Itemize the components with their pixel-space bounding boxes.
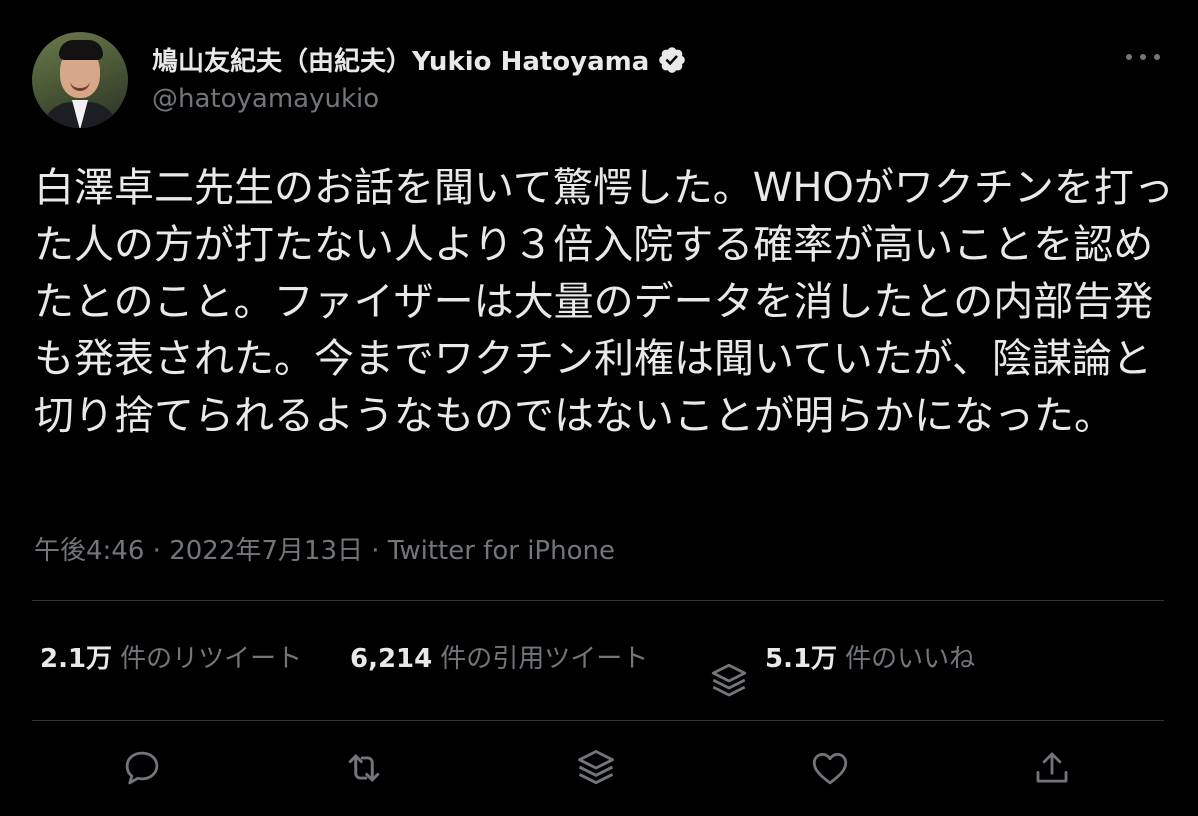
retweet-count: 2.1万 bbox=[40, 644, 113, 674]
quote-count: 6,214 bbox=[350, 644, 433, 674]
retweet-count-label: 件のリツイート bbox=[120, 644, 303, 674]
meta-separator: · bbox=[152, 536, 161, 566]
tweet-time[interactable]: 午後4:46 bbox=[34, 536, 144, 566]
tweet-card: 鳩山友紀夫（由紀夫）Yukio Hatoyama @hatoyamayukio … bbox=[0, 0, 1198, 816]
like-count-label: 件のいいね bbox=[845, 644, 976, 674]
tweet-date[interactable]: 2022年7月13日 bbox=[169, 536, 363, 566]
avatar[interactable] bbox=[32, 32, 128, 128]
verified-badge-icon bbox=[657, 45, 687, 75]
reply-icon[interactable] bbox=[120, 746, 164, 790]
share-icon[interactable] bbox=[1030, 746, 1074, 790]
layers-icon[interactable] bbox=[574, 746, 618, 790]
tweet-meta: 午後4:46 · 2022年7月13日 · Twitter for iPhone bbox=[34, 530, 615, 567]
quote-count-stat[interactable]: 6,214 件の引用ツイート bbox=[350, 638, 648, 675]
divider-bottom bbox=[32, 720, 1164, 721]
retweet-count-stat[interactable]: 2.1万 件のリツイート bbox=[40, 638, 302, 675]
retweet-icon[interactable] bbox=[342, 746, 386, 790]
like-count: 5.1万 bbox=[765, 644, 838, 674]
author-handle[interactable]: @hatoyamayukio bbox=[152, 84, 379, 114]
tweet-text: 白澤卓二先生のお話を聞いて驚愕した。WHOがワクチンを打った人の方が打たない人よ… bbox=[34, 165, 1174, 439]
layers-icon[interactable] bbox=[708, 660, 750, 702]
meta-separator: · bbox=[371, 536, 380, 566]
more-options-icon[interactable] bbox=[1126, 45, 1160, 69]
author-display-name[interactable]: 鳩山友紀夫（由紀夫）Yukio Hatoyama bbox=[152, 41, 649, 78]
heart-icon[interactable] bbox=[808, 746, 852, 790]
like-count-stat[interactable]: 5.1万 件のいいね bbox=[765, 638, 975, 675]
tweet-stats: 2.1万 件のリツイート 6,214 件の引用ツイート 5.1万 件のいいね bbox=[40, 638, 1160, 678]
author-name-row[interactable]: 鳩山友紀夫（由紀夫）Yukio Hatoyama bbox=[152, 41, 687, 78]
quote-count-label: 件の引用ツイート bbox=[440, 644, 649, 674]
divider-top bbox=[32, 600, 1164, 601]
action-bar bbox=[0, 740, 1198, 800]
tweet-source[interactable]: Twitter for iPhone bbox=[388, 536, 615, 566]
